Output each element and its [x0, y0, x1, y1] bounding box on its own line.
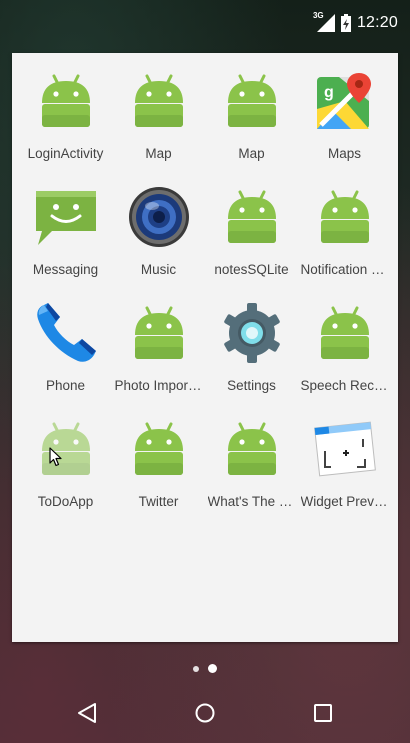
- android-icon: [34, 417, 98, 481]
- back-button[interactable]: [62, 688, 112, 738]
- app-label: Settings: [227, 378, 276, 393]
- android-icon: [220, 69, 284, 133]
- google-maps-icon: g: [313, 69, 377, 133]
- svg-text:g: g: [324, 84, 334, 101]
- app-drawer[interactable]: LoginActivity Map Map g Maps Messaging M…: [12, 53, 398, 642]
- recents-button[interactable]: [298, 688, 348, 738]
- app-speech-recorder[interactable]: Speech Recor...: [298, 301, 391, 417]
- app-whats-the-weather[interactable]: What's The W...: [205, 417, 298, 533]
- mobile-signal-icon: 3G: [312, 11, 335, 32]
- android-icon: [313, 185, 377, 249]
- app-label: Photo Import...: [114, 378, 203, 393]
- app-twitter[interactable]: Twitter: [112, 417, 205, 533]
- app-label: Phone: [45, 378, 86, 393]
- app-photo-import[interactable]: Photo Import...: [112, 301, 205, 417]
- app-loginactivity[interactable]: LoginActivity: [19, 69, 112, 185]
- app-widget-preview[interactable]: Widget Previe...: [298, 417, 391, 533]
- app-label: Music: [140, 262, 177, 277]
- app-settings[interactable]: Settings: [205, 301, 298, 417]
- mouse-cursor-icon: [49, 447, 63, 472]
- app-label: Notification D...: [300, 262, 389, 277]
- navigation-bar: [0, 683, 410, 743]
- messaging-icon: [34, 185, 98, 249]
- page-dot-1[interactable]: [193, 665, 199, 672]
- page-dot-2-active[interactable]: [208, 664, 217, 673]
- app-label: Messaging: [32, 262, 99, 277]
- app-phone[interactable]: Phone: [19, 301, 112, 417]
- app-notification[interactable]: Notification D...: [298, 185, 391, 301]
- app-label: What's The W...: [207, 494, 296, 509]
- battery-icon: [340, 14, 351, 32]
- app-maps[interactable]: g Maps: [298, 69, 391, 185]
- network-type-label: 3G: [312, 11, 324, 20]
- app-label: Map: [238, 146, 265, 161]
- app-music[interactable]: Music: [112, 185, 205, 301]
- android-icon: [313, 301, 377, 365]
- widget-preview-icon: [313, 417, 377, 481]
- android-icon: [220, 417, 284, 481]
- home-icon: [195, 703, 215, 723]
- recents-icon: [314, 704, 332, 722]
- app-messaging[interactable]: Messaging: [19, 185, 112, 301]
- android-icon: [127, 417, 191, 481]
- android-icon: [34, 69, 98, 133]
- back-icon: [78, 703, 96, 723]
- app-grid: LoginActivity Map Map g Maps Messaging M…: [12, 69, 398, 533]
- home-button[interactable]: [180, 688, 230, 738]
- app-todoapp[interactable]: ToDoApp: [19, 417, 112, 533]
- app-notessqlite[interactable]: notesSQLite: [205, 185, 298, 301]
- status-bar: 3G 12:20: [0, 0, 410, 40]
- android-icon: [127, 69, 191, 133]
- app-label: Maps: [327, 146, 361, 161]
- app-label: ToDoApp: [37, 494, 94, 509]
- app-label: Widget Previe...: [300, 494, 389, 509]
- android-icon: [220, 185, 284, 249]
- status-clock: 12:20: [356, 14, 398, 31]
- app-label: Twitter: [138, 494, 179, 509]
- app-map[interactable]: Map: [112, 69, 205, 185]
- app-label: Map: [145, 146, 172, 161]
- status-icons: 3G 12:20: [312, 11, 398, 32]
- app-label: Speech Recor...: [300, 378, 389, 393]
- app-label: notesSQLite: [214, 262, 289, 277]
- settings-gear-icon: [220, 301, 284, 365]
- page-indicator[interactable]: [0, 664, 410, 673]
- app-label: LoginActivity: [27, 146, 104, 161]
- music-speaker-icon: [127, 185, 191, 249]
- android-icon: [127, 301, 191, 365]
- app-map-2[interactable]: Map: [205, 69, 298, 185]
- phone-icon: [34, 301, 98, 365]
